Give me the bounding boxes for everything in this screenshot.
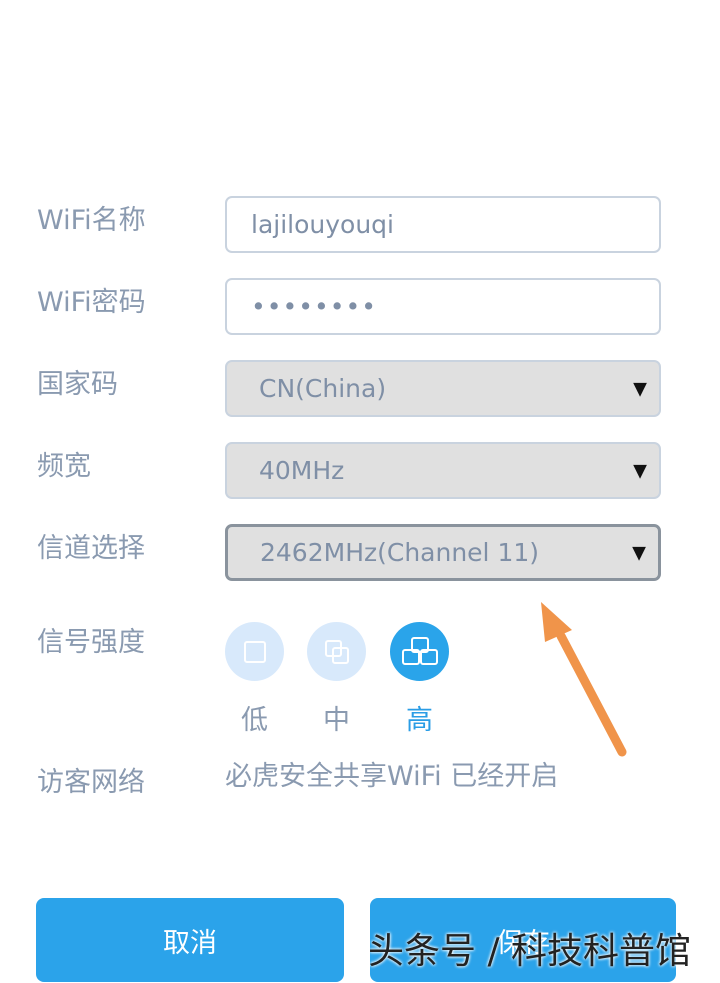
cancel-button[interactable]: 取消	[36, 898, 344, 982]
wifi-name-value: lajilouyouqi	[251, 210, 394, 239]
wifi-password-label: WiFi密码	[37, 287, 146, 318]
signal-low-label: 低	[241, 705, 268, 736]
signal-strength-label: 信号强度	[37, 627, 145, 658]
guest-network-label: 访客网络	[37, 767, 145, 798]
country-code-value: CN(China)	[259, 374, 387, 403]
wifi-name-input[interactable]: lajilouyouqi	[225, 196, 661, 253]
chevron-down-icon: ▼	[633, 460, 647, 481]
watermark-text: 头条号 / 科技科普馆	[368, 931, 692, 972]
guest-network-status: 必虎安全共享WiFi 已经开启	[225, 761, 559, 792]
signal-high-button[interactable]	[390, 622, 449, 681]
signal-medium-button[interactable]	[307, 622, 366, 681]
signal-medium-label: 中	[323, 705, 350, 736]
wifi-password-input[interactable]: ••••••••	[225, 278, 661, 335]
signal-low-button[interactable]	[225, 622, 284, 681]
channel-select[interactable]: 2462MHz(Channel 11) ▼	[225, 524, 661, 581]
bandwidth-label: 频宽	[37, 451, 91, 482]
country-code-select[interactable]: CN(China) ▼	[225, 360, 661, 417]
single-square-icon	[243, 640, 266, 663]
bandwidth-select[interactable]: 40MHz ▼	[225, 442, 661, 499]
channel-label: 信道选择	[37, 533, 145, 564]
chevron-down-icon: ▼	[632, 542, 646, 563]
channel-value: 2462MHz(Channel 11)	[260, 538, 540, 567]
overlap-squares-icon	[324, 639, 349, 664]
signal-high-label: 高	[406, 705, 433, 736]
wifi-name-label: WiFi名称	[37, 205, 146, 236]
chevron-down-icon: ▼	[633, 378, 647, 399]
wifi-password-value: ••••••••	[251, 292, 377, 321]
country-code-label: 国家码	[37, 369, 118, 400]
triple-squares-icon	[401, 636, 438, 665]
bandwidth-value: 40MHz	[259, 456, 345, 485]
